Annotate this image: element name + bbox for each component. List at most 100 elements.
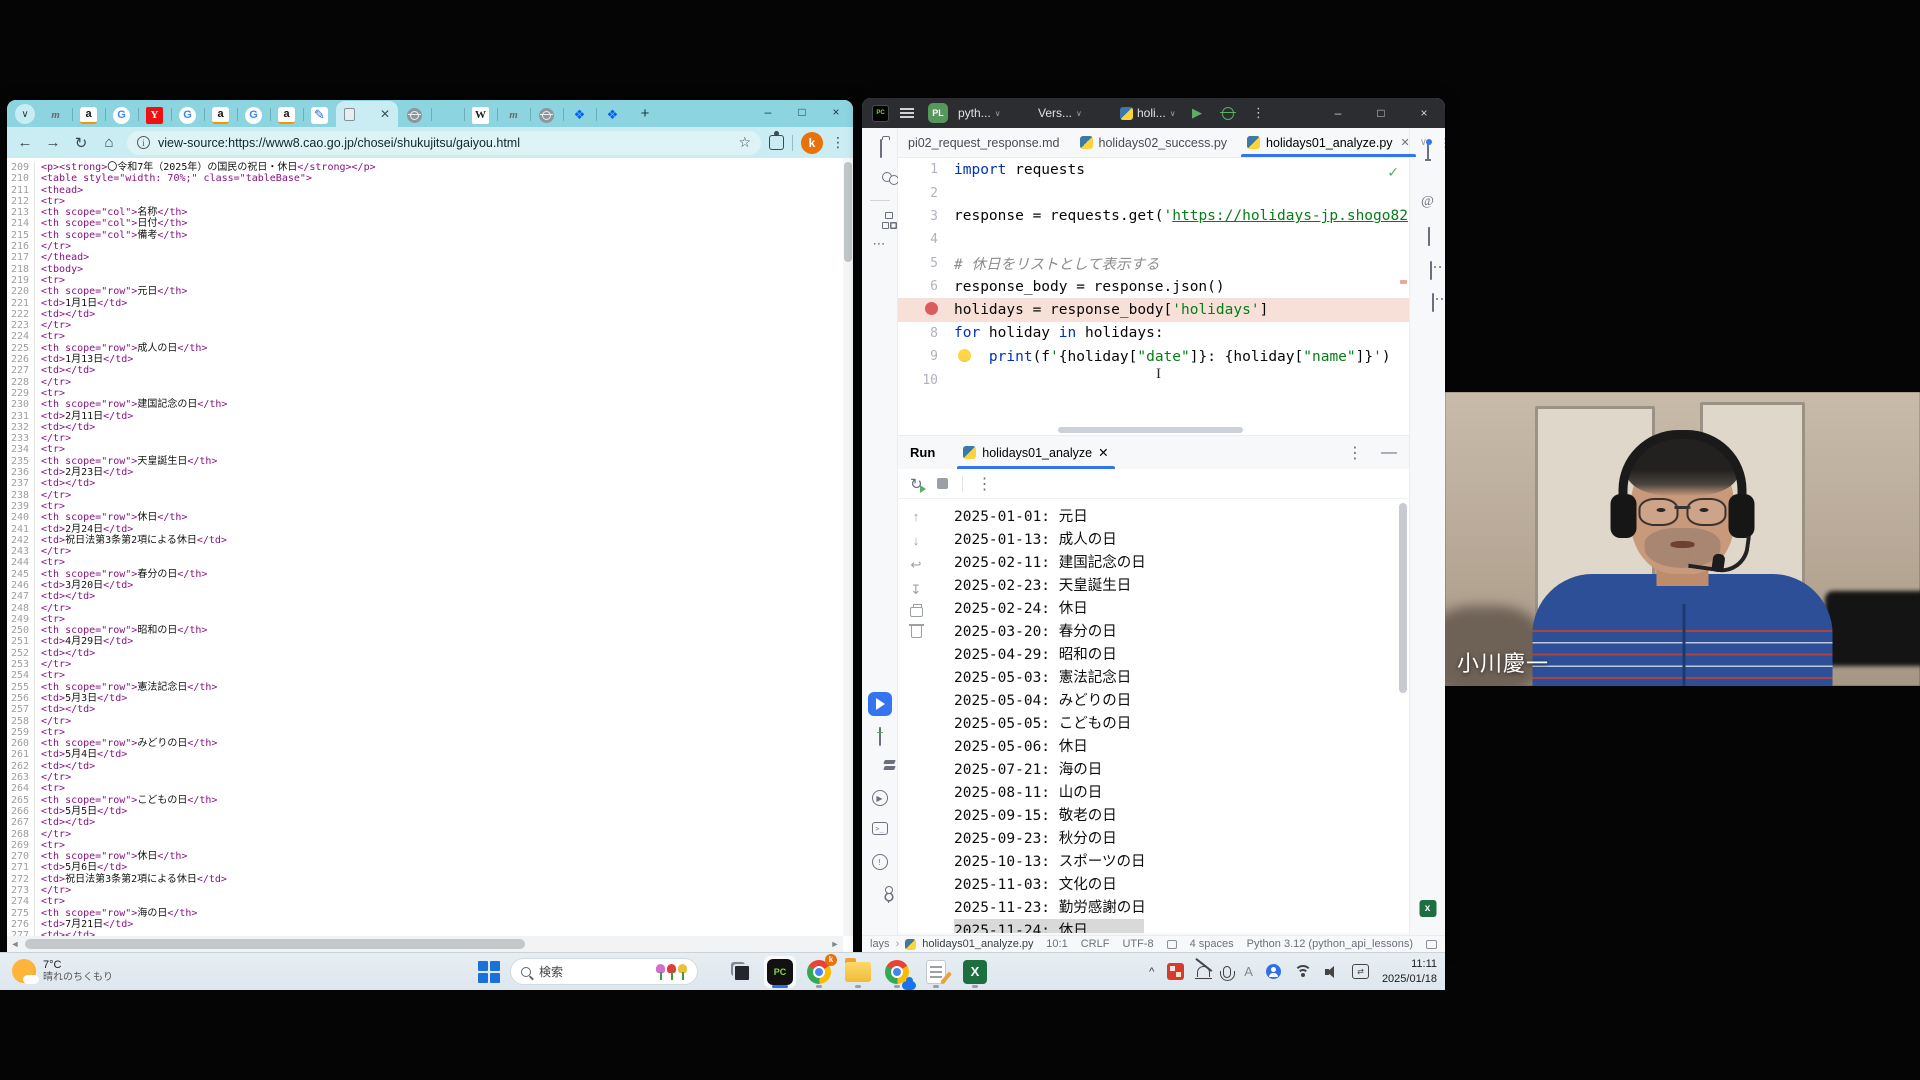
project-toolwindow-icon[interactable] <box>879 139 882 158</box>
tab-search-button[interactable]: ∨ <box>15 104 35 124</box>
editor-tab[interactable]: holidays01_analyze.py ✕ <box>1237 128 1420 157</box>
do-not-disturb-icon[interactable] <box>1195 966 1213 979</box>
pycharm-minimize-button[interactable]: – <box>1324 106 1352 120</box>
code-editor[interactable]: ✓ I 1 import requests 2 3 response = request… <box>898 158 1409 435</box>
volume-icon[interactable] <box>1324 965 1339 978</box>
status-filename[interactable]: holidays01_analyze.py <box>922 938 1033 950</box>
browser-menu-icon[interactable]: ⋮ <box>831 134 845 151</box>
browser-tab-amazon[interactable]: a <box>72 103 105 127</box>
console-scrollbar-thumb[interactable] <box>1399 503 1407 693</box>
tray-widgets-icon[interactable] <box>1167 963 1185 980</box>
forward-button[interactable]: → <box>43 134 63 151</box>
indent-setting[interactable]: 4 spaces <box>1190 938 1234 950</box>
browser-tab-pen[interactable]: ✎ <box>303 103 336 127</box>
run-panel-options-icon[interactable]: ⋮ <box>1347 443 1363 463</box>
language-switch-icon[interactable]: ⇄ <box>1351 964 1369 979</box>
home-button[interactable]: ⌂ <box>99 134 119 151</box>
problems-toolwindow-icon[interactable]: ! <box>871 854 888 870</box>
taskbar-clock[interactable]: 11:11 2025/01/18 <box>1382 957 1437 986</box>
browser-tab-google[interactable]: G <box>171 103 204 127</box>
taskbar-excel-icon[interactable]: X <box>959 956 991 988</box>
profile-avatar[interactable]: k <box>801 131 823 154</box>
tray-microphone-icon[interactable] <box>1220 965 1236 981</box>
file-encoding[interactable]: UTF-8 <box>1122 938 1153 950</box>
down-stacktrace-icon[interactable]: ↓ <box>913 533 920 548</box>
tray-account-icon[interactable] <box>1265 964 1281 979</box>
editor-horizontal-scroll-thumb[interactable] <box>1058 427 1243 433</box>
console-output[interactable]: 2025-01-01: 元日 2025-01-13: 成人の日 2025-02-11… <box>954 505 1395 933</box>
soft-wrap-icon[interactable]: ↩ <box>911 557 922 573</box>
browser-tab-globe[interactable] <box>398 103 431 127</box>
browser-tab-globe[interactable] <box>530 103 563 127</box>
run-panel-minimize-icon[interactable]: — <box>1381 444 1397 462</box>
scroll-to-end-icon[interactable]: ↧ <box>911 582 922 598</box>
browser-tab-amazon[interactable]: a <box>204 103 237 127</box>
tray-expand-icon[interactable]: ^ <box>1149 966 1154 978</box>
bookmark-star-icon[interactable]: ☆ <box>738 134 751 151</box>
close-tab-icon[interactable]: ✕ <box>1401 136 1410 149</box>
print-icon[interactable] <box>909 604 923 617</box>
browser-tab-dropbox[interactable]: ❖ <box>596 103 629 127</box>
new-tab-button[interactable]: + <box>633 101 657 125</box>
run-toolbar-more-icon[interactable]: ⋮ <box>977 474 993 494</box>
run-configuration-selector[interactable]: holi... ∨ <box>1120 106 1176 120</box>
excel-file-icon[interactable]: x <box>1419 900 1436 917</box>
tab-options-icon[interactable]: ⋮ <box>1439 135 1445 150</box>
taskbar-notepad-icon[interactable] <box>920 956 952 988</box>
rerun-icon[interactable]: ↻ <box>910 475 926 493</box>
scroll-right-arrow[interactable]: ► <box>827 939 843 949</box>
pycharm-close-button[interactable]: × <box>1410 106 1438 120</box>
wifi-icon[interactable] <box>1293 965 1312 978</box>
taskbar-explorer-icon[interactable] <box>842 956 874 988</box>
weather-widget[interactable]: 7°C 晴れのちくもり <box>0 959 113 985</box>
browser-tab-m[interactable]: m <box>39 103 72 127</box>
cursor-position[interactable]: 10:1 <box>1046 938 1067 950</box>
close-run-tab-icon[interactable]: ✕ <box>1098 445 1108 460</box>
more-toolwindows-icon[interactable]: ⋯ <box>873 236 887 252</box>
taskbar-chrome-icon[interactable]: k <box>803 953 837 988</box>
ime-mode-icon[interactable]: A <box>1244 964 1253 979</box>
vcs-menu[interactable]: Vers... ∨ <box>1038 106 1082 120</box>
browser-maximize-button[interactable]: □ <box>785 105 819 119</box>
run-toolwindow-icon[interactable] <box>867 692 892 716</box>
breakpoint-icon[interactable] <box>925 301 938 315</box>
up-stacktrace-icon[interactable]: ↑ <box>913 509 920 524</box>
task-view-button[interactable] <box>725 956 757 988</box>
ai-assistant-icon[interactable]: @ <box>1421 194 1434 210</box>
browser-tab-microsoft[interactable] <box>431 103 464 127</box>
database-toolwindow-icon[interactable] <box>1427 227 1430 246</box>
chat-toolwindow-icon[interactable] <box>1431 293 1434 312</box>
main-menu-icon[interactable] <box>900 108 914 118</box>
taskbar-chrome-profile-icon[interactable] <box>881 956 916 990</box>
debug-button[interactable] <box>1220 106 1236 120</box>
tab-list-chevron-icon[interactable]: ∨ <box>1420 137 1427 148</box>
browser-tab-dropbox[interactable]: ❖ <box>563 103 596 127</box>
stop-icon[interactable] <box>936 478 948 489</box>
browser-minimize-button[interactable]: – <box>751 105 785 119</box>
project-menu[interactable]: pyth... ∨ <box>958 106 1001 120</box>
interpreter[interactable]: Python 3.12 (python_api_lessons) <box>1247 938 1413 950</box>
browser-close-button[interactable]: × <box>819 105 853 119</box>
run-anything-icon[interactable]: ▶ <box>871 790 888 806</box>
browser-horizontal-scrollbar[interactable]: ◄ ► <box>7 936 843 952</box>
project-badge[interactable]: PL <box>928 103 948 123</box>
run-button[interactable]: ▶ <box>1192 105 1202 121</box>
more-actions-icon[interactable]: ⋮ <box>1252 105 1265 121</box>
browser-tab-yahoo[interactable]: Y <box>138 103 171 127</box>
pycharm-maximize-button[interactable]: □ <box>1367 106 1395 120</box>
horizontal-scroll-thumb[interactable] <box>25 939 525 949</box>
editor-tab[interactable]: pi02_request_response.md <box>898 128 1070 157</box>
debug-toolwindow-icon[interactable] <box>878 727 881 746</box>
column-selection-icon[interactable] <box>1166 939 1177 949</box>
start-button[interactable] <box>478 960 500 983</box>
address-bar[interactable]: i view-source:https://www8.cao.go.jp/cho… <box>127 130 761 155</box>
ai-chat-icon[interactable] <box>1429 261 1432 280</box>
terminal-toolwindow-icon[interactable]: >_ <box>871 822 888 835</box>
taskbar-search-box[interactable]: 検索 <box>510 958 698 985</box>
extensions-icon[interactable] <box>769 131 784 150</box>
screen-reader-icon[interactable] <box>1426 939 1437 949</box>
line-ending[interactable]: CRLF <box>1081 938 1110 950</box>
breadcrumb-tail[interactable]: lays <box>870 938 890 950</box>
run-tab[interactable]: holidays01_analyze ✕ <box>957 436 1115 469</box>
browser-tab-amazon[interactable]: a <box>270 103 303 127</box>
